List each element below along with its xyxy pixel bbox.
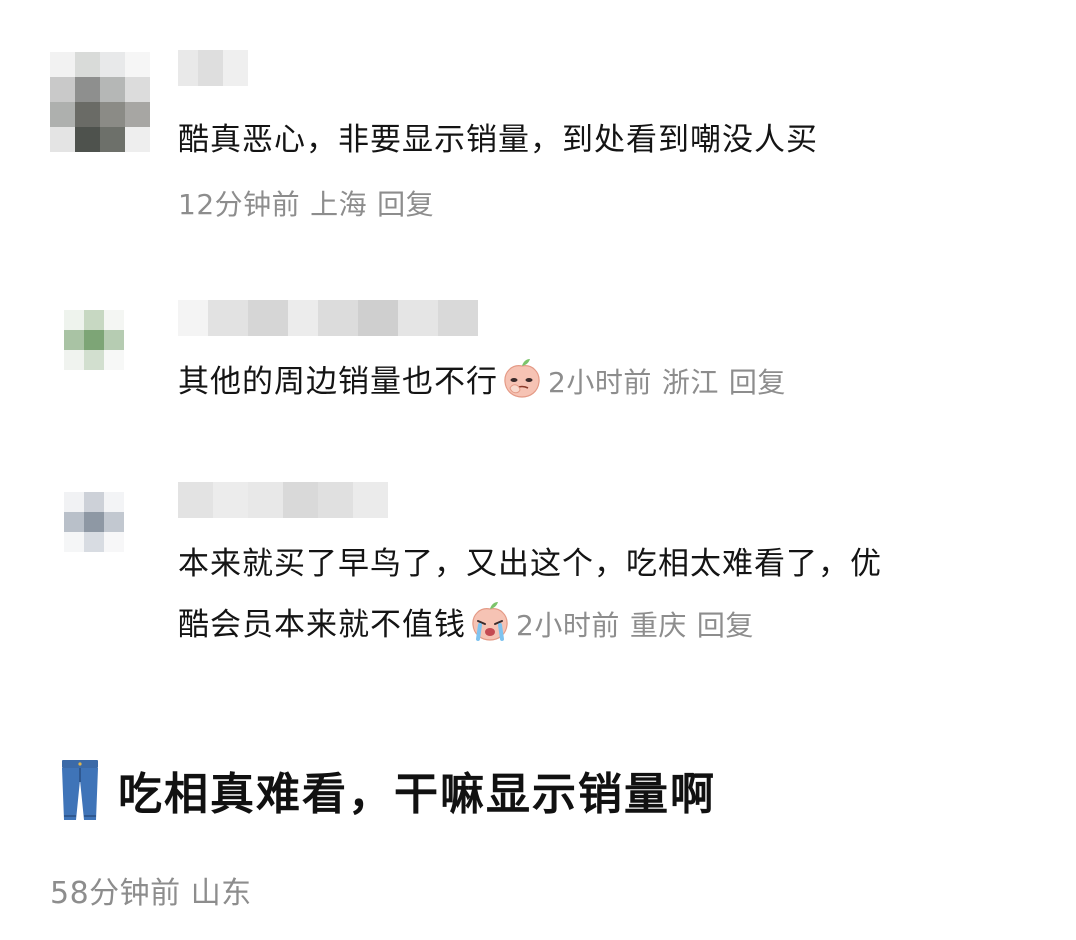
post-title: 吃相真难看，干嘛显示销量啊 bbox=[118, 769, 716, 820]
comment-text: 本来就买了早鸟了，又出这个，吃相太难看了，优 bbox=[178, 546, 882, 582]
avatar[interactable] bbox=[64, 492, 124, 552]
username-blurred[interactable] bbox=[178, 50, 248, 86]
comment-meta: 12分钟前 上海 回复 bbox=[178, 183, 434, 223]
comment-location: 浙江 bbox=[661, 366, 719, 399]
reply-button[interactable]: 回复 bbox=[697, 609, 754, 642]
comment-text-line: 酷会员本来就不值钱 2小时前 重庆 回复 bbox=[178, 597, 754, 654]
post-location: 山东 bbox=[190, 876, 252, 911]
comment-location: 重庆 bbox=[629, 609, 687, 642]
comment-thread-page: 酷真恶心，非要显示销量，到处看到嘲没人买 12分钟前 上海 回复 其他的周边销量也不… bbox=[0, 0, 1076, 940]
post-time: 58分钟前 bbox=[50, 876, 181, 911]
peach-crying-emoji bbox=[472, 602, 508, 641]
username-blurred[interactable] bbox=[178, 482, 388, 518]
comment-time: 2小时前 bbox=[516, 609, 620, 642]
comment-text: 酷会员本来就不值钱 bbox=[178, 607, 466, 643]
comment-time: 2小时前 bbox=[548, 366, 652, 399]
post-title-row: 吃相真难看，干嘛显示销量啊 bbox=[58, 750, 716, 830]
jeans-icon bbox=[62, 760, 98, 820]
comment-text: 其他的周边销量也不行 bbox=[178, 364, 498, 400]
comment-time: 12分钟前 bbox=[178, 188, 301, 221]
reply-button[interactable]: 回复 bbox=[377, 188, 434, 221]
comment-location: 上海 bbox=[310, 188, 368, 221]
peach-smirk-emoji bbox=[504, 359, 540, 398]
avatar[interactable] bbox=[64, 310, 124, 370]
reply-button[interactable]: 回复 bbox=[729, 366, 786, 399]
post-meta: 58分钟前 山东 bbox=[50, 868, 252, 912]
username-blurred[interactable] bbox=[178, 300, 478, 336]
comment-text-line: 其他的周边销量也不行 2小时前 浙江 回复 bbox=[178, 354, 786, 411]
comment-text: 酷真恶心，非要显示销量，到处看到嘲没人买 bbox=[178, 122, 818, 158]
avatar[interactable] bbox=[50, 52, 150, 152]
